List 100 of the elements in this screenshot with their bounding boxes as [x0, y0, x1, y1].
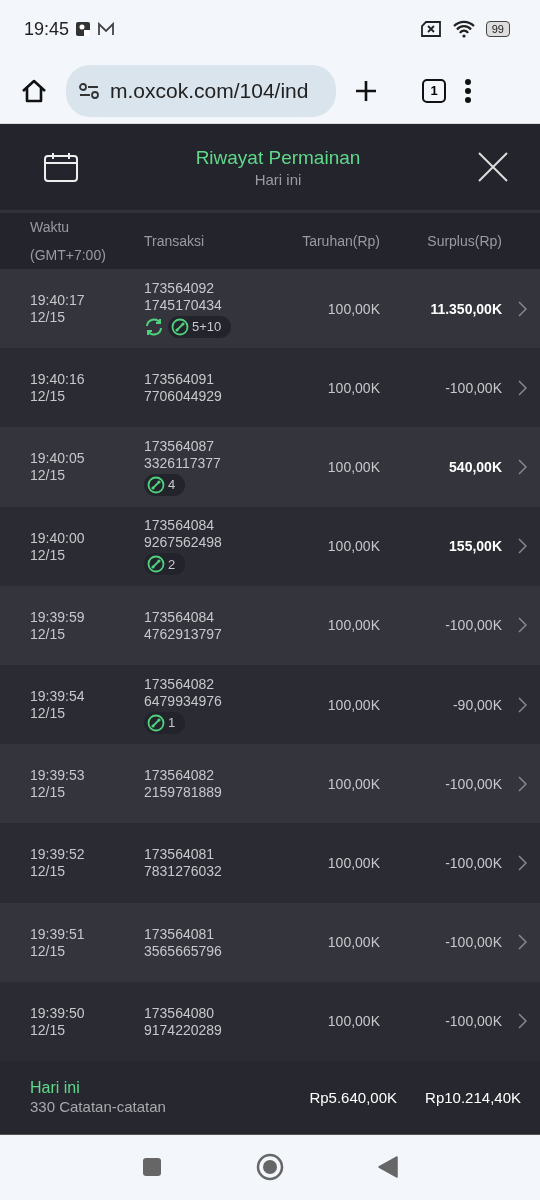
tab-count-button[interactable]: 1: [422, 78, 446, 103]
date-cell-text: 12/15: [30, 784, 67, 801]
multiplier-text: 2: [168, 556, 176, 572]
chevron-right-icon[interactable]: [518, 379, 527, 396]
total-surplus: Rp10.214,40K: [424, 1088, 521, 1106]
transaction-id: 9267562498: [144, 534, 223, 551]
mail-icon: [97, 22, 116, 36]
transaction-id: 4762913797: [144, 625, 223, 642]
surplus-cell-text: -100,00K: [444, 854, 502, 871]
chevron-right-icon[interactable]: [518, 934, 527, 951]
surplus-cell-text: -100,00K: [444, 1013, 502, 1030]
transaction-id: 173564081: [144, 846, 216, 863]
transaction-id: 173564084: [144, 608, 216, 625]
history-row[interactable]: 19:40:17 12/15 173564092 1745170434 5+10 100,00K 11.350,00K: [0, 269, 540, 349]
surplus-cell-text: 11.350,00K: [429, 300, 502, 317]
history-row[interactable]: 19:39:53 12/15 173564082 2159781889 100,00K -100,00K: [0, 744, 540, 824]
multiplier-icon: [147, 555, 165, 574]
history-row[interactable]: 19:39:52 12/15 173564081 7831276032 100,00K -100,00K: [0, 823, 540, 903]
column-header: Transaksi: [144, 233, 206, 249]
surplus-cell-text: -100,00K: [444, 379, 502, 396]
transaction-id: 173564081: [144, 925, 216, 942]
battery-indicator: 99: [485, 21, 510, 37]
surplus-cell-text: 155,00K: [448, 538, 502, 555]
chevron-right-icon[interactable]: [518, 696, 527, 713]
bet-cell-text: 100,00K: [326, 538, 380, 555]
close-icon[interactable]: [478, 152, 508, 182]
bet-cell-text: 100,00K: [326, 696, 380, 713]
column-subheader: (GMT+7:00): [30, 247, 107, 263]
chevron-right-icon[interactable]: [518, 1013, 527, 1030]
date-cell-text: 12/15: [30, 388, 67, 405]
chevron-right-icon[interactable]: [518, 854, 527, 871]
time-cell-text: 19:40:05: [30, 450, 86, 467]
summary-period: Hari ini: [30, 1079, 81, 1098]
transaction-id: 173564084: [144, 517, 216, 534]
home-button-icon[interactable]: [256, 1153, 284, 1182]
date-cell-text: 12/15: [30, 625, 67, 642]
surplus-cell-text: -100,00K: [444, 617, 502, 634]
transaction-id: 173564082: [144, 675, 216, 692]
transaction-id: 173564087: [144, 437, 216, 454]
history-row[interactable]: 19:39:59 12/15 173564084 4762913797 100,00K -100,00K: [0, 585, 540, 665]
bet-cell-text: 100,00K: [326, 934, 380, 951]
date-cell-text: 12/15: [30, 546, 67, 563]
bet-cell-text: 100,00K: [326, 379, 380, 396]
back-icon[interactable]: [378, 1156, 398, 1179]
surplus-cell-text: -100,00K: [444, 934, 502, 951]
transaction-id: 7706044929: [144, 388, 223, 405]
date-cell-text: 12/15: [30, 863, 67, 880]
transaction-id: 7831276032: [144, 863, 223, 880]
no-sim-icon: [419, 21, 442, 37]
multiplier-icon: [171, 317, 189, 336]
bet-cell-text: 100,00K: [326, 1013, 380, 1030]
history-row[interactable]: 19:39:51 12/15 173564081 3565665796 100,00K -100,00K: [0, 902, 540, 982]
surplus-cell-text: 540,00K: [448, 458, 502, 475]
history-row[interactable]: 19:39:54 12/15 173564082 6479934976 1 100,00K -90,00K: [0, 664, 540, 745]
time-cell-text: 19:39:52: [30, 846, 86, 863]
transaction-id: 9174220289: [144, 1021, 223, 1038]
surplus-cell-text: -90,00K: [451, 696, 502, 713]
transaction-id: 2159781889: [144, 784, 223, 801]
bet-cell-text: 100,00K: [326, 458, 380, 475]
history-row[interactable]: 19:40:00 12/15 173564084 9267562498 2 100,00K 155,00K: [0, 506, 540, 586]
address-bar[interactable]: m.oxcok.com/104/ind: [66, 64, 336, 117]
multiplier-icon: [147, 475, 165, 494]
date-cell-text: 12/15: [30, 467, 67, 484]
time-cell-text: 19:39:53: [30, 767, 86, 784]
page-title: Riwayat Permainan: [195, 146, 361, 169]
multiplier-icon: [147, 713, 165, 732]
chevron-right-icon[interactable]: [518, 458, 527, 475]
column-header: Waktu: [30, 219, 71, 235]
time-cell-text: 19:39:54: [30, 688, 86, 705]
site-settings-icon[interactable]: [78, 81, 100, 100]
chevron-right-icon[interactable]: [518, 775, 527, 792]
new-tab-icon[interactable]: [354, 78, 378, 103]
history-row[interactable]: 19:40:05 12/15 173564087 3326117377 4 100,00K 540,00K: [0, 427, 540, 507]
date-cell-text: 12/15: [30, 1021, 67, 1038]
multiplier-text: 5+10: [192, 319, 222, 335]
chevron-right-icon[interactable]: [518, 300, 527, 317]
bet-cell-text: 100,00K: [326, 617, 380, 634]
history-row[interactable]: 19:40:16 12/15 173564091 7706044929 100,00K -100,00K: [0, 348, 540, 428]
time-cell-text: 19:39:59: [30, 608, 86, 625]
calendar-icon[interactable]: [44, 152, 78, 182]
surplus-cell-text: -100,00K: [444, 775, 502, 792]
date-cell-text: 12/15: [30, 705, 67, 722]
chevron-right-icon[interactable]: [518, 538, 527, 555]
more-menu-icon[interactable]: [464, 77, 472, 104]
history-row[interactable]: 19:39:50 12/15 173564080 9174220289 100,00K -100,00K: [0, 981, 540, 1061]
multiplier-text: 1: [168, 715, 176, 731]
time-cell-text: 19:40:17: [30, 292, 86, 309]
recents-icon[interactable]: [142, 1157, 162, 1178]
transaction-id: 173564092: [144, 279, 216, 296]
page-subtitle: Hari ini: [254, 170, 302, 188]
column-header: Taruhan(Rp): [301, 233, 380, 249]
transaction-id: 1745170434: [144, 296, 223, 313]
time-cell-text: 19:39:51: [30, 925, 86, 942]
contact-card-icon: [75, 21, 92, 37]
transaction-id: 6479934976: [144, 692, 223, 709]
bet-cell-text: 100,00K: [326, 300, 380, 317]
transaction-id: 3565665796: [144, 942, 223, 959]
chevron-right-icon[interactable]: [518, 617, 527, 634]
date-cell-text: 12/15: [30, 309, 67, 326]
multiplier-text: 4: [168, 477, 176, 493]
